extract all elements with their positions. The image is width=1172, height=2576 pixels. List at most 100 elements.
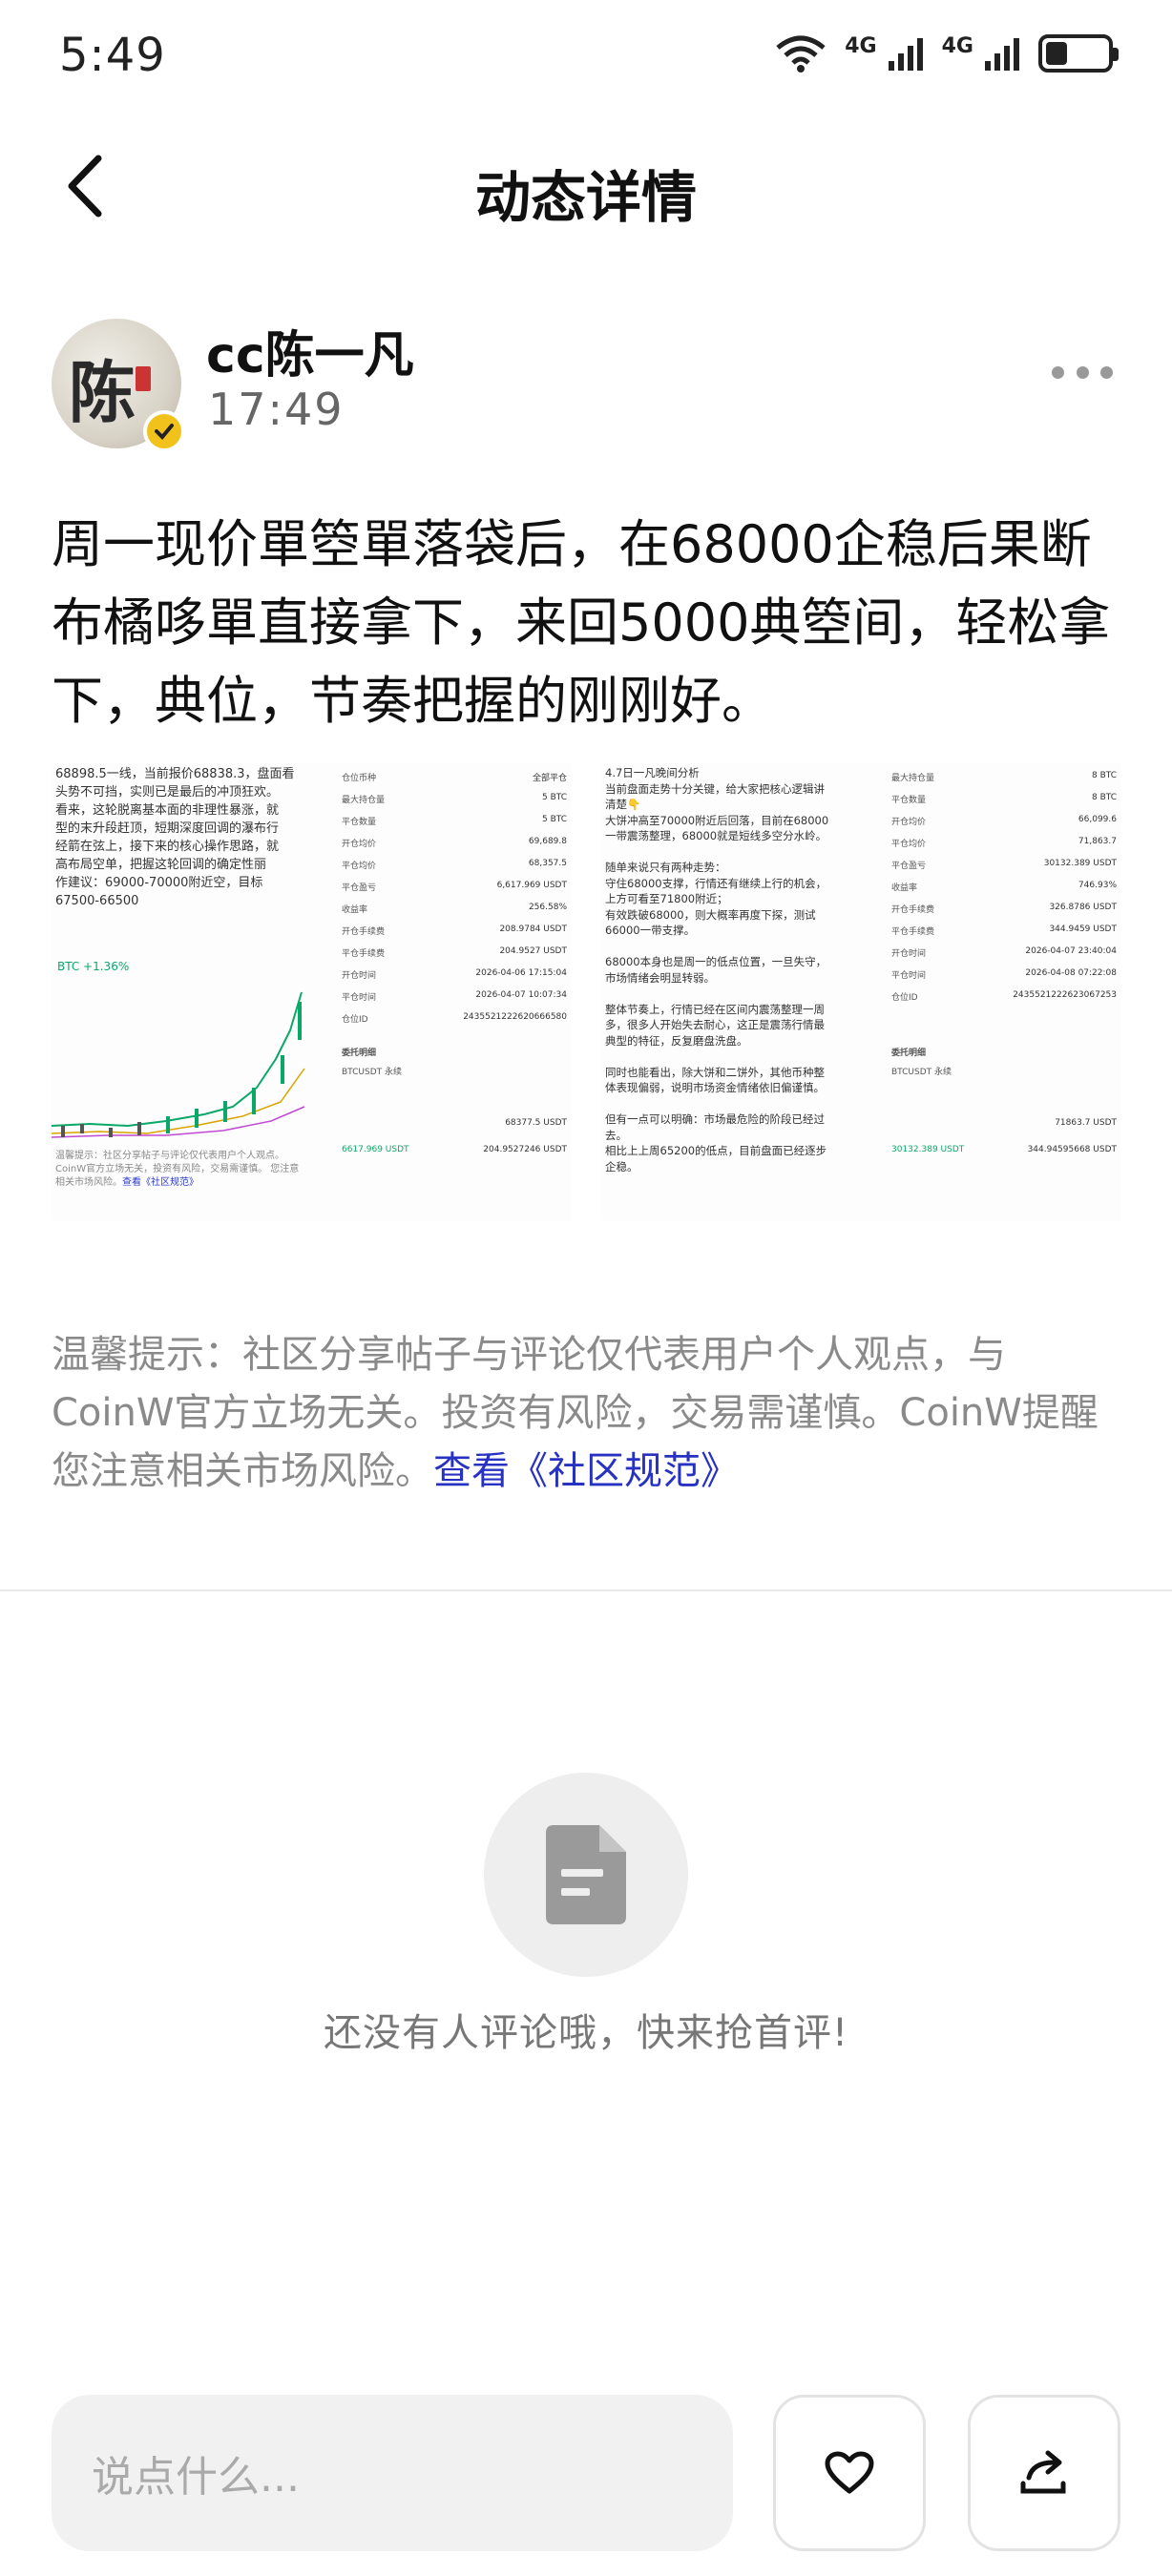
community-rules-link[interactable]: 查看《社区规范》: [433, 1449, 739, 1493]
receipt-row-label: 平仓时间: [342, 993, 377, 1003]
receipt-row-label: 收益率: [342, 905, 368, 915]
signal-icon: [888, 38, 923, 71]
receipt-row-label: 开仓时间: [342, 971, 377, 981]
order-detail-value: 30132.389 USDT 344.94595668 USDT: [891, 1145, 1117, 1154]
receipt-row: 仓位ID 2435521222623067253: [891, 990, 1117, 1011]
receipt-row-value: 66,099.6: [1078, 815, 1117, 824]
post-images: 68898.5一线，当前报价68838.3，盘面看 头势不可挡，实则已是最后的冲…: [52, 763, 1120, 1221]
receipt-row-value: 5 BTC: [541, 815, 567, 824]
receipt-row-value: 71,863.7: [1078, 837, 1117, 846]
receipt-row: 收益率 746.93%: [891, 881, 1117, 902]
more-options-button[interactable]: [1044, 353, 1120, 391]
receipt-row-label: 平仓均价: [891, 840, 927, 849]
receipt-row-value: 2026-04-06 17:15:04: [475, 968, 567, 978]
receipt-row-value: 2435521222620666580: [463, 1012, 567, 1022]
divider: [0, 1589, 1172, 1591]
receipt-row-label: 平仓数量: [891, 796, 927, 805]
more-dot-icon: [1100, 365, 1113, 379]
receipt-row-label: 平仓手续费: [342, 949, 386, 959]
like-button[interactable]: [773, 2395, 926, 2551]
receipt-row-value: 2435521222623067253: [1013, 990, 1117, 1000]
image-1-disclaimer-link: 查看《社区规范》: [122, 1177, 199, 1188]
receipt-row-value: 5 BTC: [541, 793, 567, 802]
order-detail-label: 委托明细: [891, 1049, 927, 1058]
btc-change-tag: BTC +1.36%: [57, 960, 130, 973]
image-1-left-panel: 68898.5一线，当前报价68838.3，盘面看 头势不可挡，实则已是最后的冲…: [52, 763, 309, 1221]
receipt-row: 开仓时间 2026-04-06 17:15:04: [342, 968, 567, 989]
receipt-row-value: 204.9527 USDT: [499, 946, 567, 956]
receipt-row: 开仓均价 69,689.8: [342, 837, 567, 858]
image-1-right-panel: 仓位币种 全部平仓最大持仓量 5 BTC 平仓数量 5 BTC 开仓均价 69,689.8 平…: [338, 763, 571, 1221]
receipt-row-label: 平仓手续费: [891, 927, 935, 937]
image-1-analysis-text: 68898.5一线，当前报价68838.3，盘面看 头势不可挡，实则已是最后的冲…: [55, 767, 295, 908]
battery-level: [1046, 42, 1067, 65]
image-2-right-panel: 最大持仓量 8 BTC 平仓数量 8 BTC 开仓均价 66,099.6 平仓均价 71,86…: [888, 763, 1120, 1221]
receipt-row-value: 68,357.5: [528, 859, 567, 868]
app-header: 动态详情: [0, 124, 1172, 248]
battery-icon: [1038, 34, 1119, 73]
receipt-row: 开仓手续费 208.9784 USDT: [342, 924, 567, 945]
receipt-row: 收益率 256.58%: [342, 903, 567, 924]
verified-badge-icon: [143, 410, 185, 452]
receipt-row: 平仓均价 68,357.5: [342, 859, 567, 880]
receipt-row: 开仓手续费 326.8786 USDT: [891, 903, 1117, 924]
receipt-row-value: 8 BTC: [1091, 771, 1117, 780]
comment-placeholder: 说点什么...: [92, 2453, 300, 2502]
receipt-row-label: 平仓盈亏: [342, 883, 377, 893]
heart-icon: [825, 2451, 874, 2494]
receipt-row-label: 平仓均价: [342, 862, 377, 871]
status-time: 5:49: [59, 29, 166, 82]
receipt-row: 平仓盈亏 6,617.969 USDT: [342, 881, 567, 902]
wifi-icon: [776, 35, 826, 73]
receipt-row-value: 746.93%: [1078, 881, 1117, 890]
receipt-row-label: 最大持仓量: [342, 796, 386, 805]
receipt-row: 平仓盈亏 30132.389 USDT: [891, 859, 1117, 880]
receipt-row-label: 仓位ID: [342, 1015, 368, 1025]
author-name[interactable]: cc陈一凡: [206, 315, 414, 386]
receipt-row-label: 开仓均价: [891, 818, 927, 827]
author-info: 陈 cc陈一凡 17:49: [52, 315, 1120, 452]
empty-comments-text: 还没有人评论哦，快来抢首评!: [323, 2011, 849, 2055]
receipt-row-label: 开仓时间: [891, 949, 927, 959]
network-type-1: 4G: [845, 34, 877, 58]
receipt-row-label: 仓位币种: [342, 774, 377, 783]
order-detail-value: 68377.5 USDT: [505, 1118, 567, 1128]
comment-input[interactable]: 说点什么...: [52, 2395, 733, 2551]
order-detail-value: 6617.969 USDT 204.9527246 USDT: [342, 1145, 567, 1154]
receipt-row-value: 6,617.969 USDT: [496, 881, 567, 890]
receipt-row: 仓位ID 2435521222620666580: [342, 1012, 567, 1033]
receipt-row: 平仓手续费 204.9527 USDT: [342, 946, 567, 967]
receipt-row-value: 2026-04-08 07:22:08: [1025, 968, 1117, 978]
receipt-row-label: 开仓手续费: [342, 927, 386, 937]
receipt-row: 开仓均价 66,099.6: [891, 815, 1117, 836]
receipt-row: 最大持仓量 8 BTC: [891, 771, 1117, 792]
receipt-row: 平仓数量 8 BTC: [891, 793, 1117, 814]
receipt-row-value: 2026-04-07 10:07:34: [475, 990, 567, 1000]
receipt-row-value: 30132.389 USDT: [1043, 859, 1117, 868]
receipt-row: 最大持仓量 5 BTC: [342, 793, 567, 814]
community-disclaimer: 温馨提示：社区分享帖子与评论仅代表用户个人观点，与CoinW官方立场无关。投资有…: [52, 1326, 1120, 1501]
receipt-row-label: 平仓数量: [342, 818, 377, 827]
receipt-row-value: 208.9784 USDT: [499, 924, 567, 934]
share-button[interactable]: [968, 2395, 1120, 2551]
order-detail-symbol: BTCUSDT 永续: [342, 1068, 403, 1077]
receipt-row-value: 全部平仓: [532, 774, 567, 783]
image-2-left-panel: 4.7日一凡晚间分析 当前盘面走势十分关键，给大家把核心逻辑讲 清楚👇 大饼冲高…: [601, 763, 859, 1221]
receipt-row-value: 344.9459 USDT: [1049, 924, 1117, 934]
post-image-2[interactable]: 4.7日一凡晚间分析 当前盘面走势十分关键，给大家把核心逻辑讲 清楚👇 大饼冲高…: [601, 763, 1120, 1221]
receipt-row-value: 8 BTC: [1091, 793, 1117, 802]
receipt-row: 平仓时间 2026-04-08 07:22:08: [891, 968, 1117, 989]
avatar-character: 陈: [69, 353, 136, 432]
network-type-2: 4G: [941, 34, 973, 58]
page-title: 动态详情: [474, 165, 697, 230]
receipt-row-label: 开仓均价: [342, 840, 377, 849]
receipt-row-value: 69,689.8: [528, 837, 567, 846]
image-1-disclaimer: 温馨提示：社区分享帖子与评论仅代表用户个人观点。 CoinW官方立场无关，投资有…: [55, 1150, 307, 1190]
receipt-row-label: 仓位ID: [891, 993, 918, 1003]
order-detail-label: 委托明细: [342, 1049, 377, 1058]
document-icon: [546, 1825, 626, 1924]
receipt-row-label: 平仓盈亏: [891, 862, 927, 871]
receipt-row-label: 平仓时间: [891, 971, 927, 981]
post-image-1[interactable]: 68898.5一线，当前报价68838.3，盘面看 头势不可挡，实则已是最后的冲…: [52, 763, 571, 1221]
order-detail-value: 71863.7 USDT: [1055, 1118, 1117, 1128]
